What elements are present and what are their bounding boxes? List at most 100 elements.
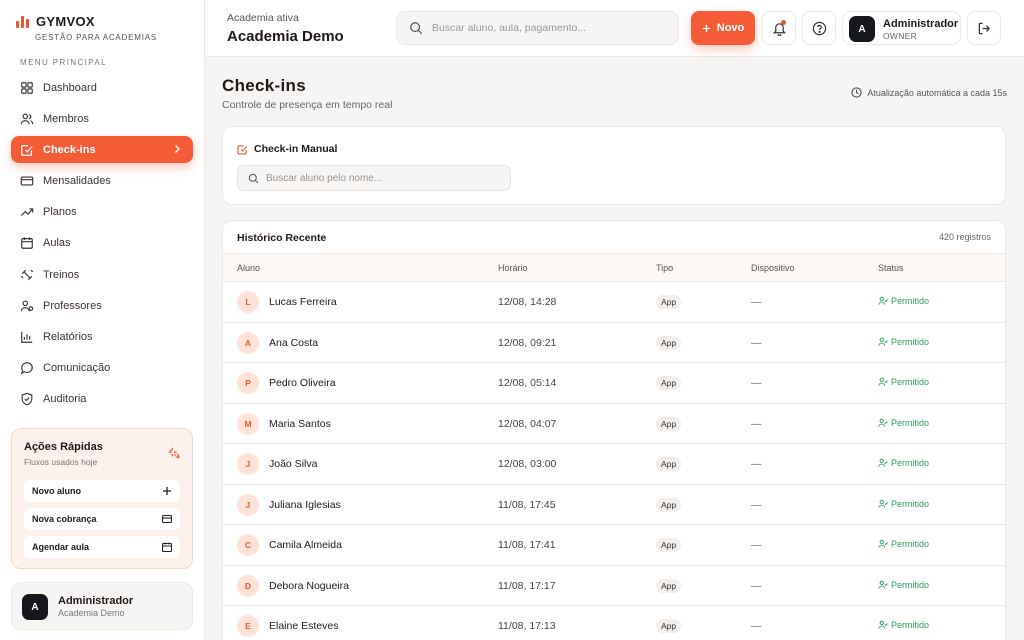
status-badge: Permitido [878,458,929,468]
sidebar-item-label: Relatórios [43,331,93,343]
gym-logo-icon [16,15,30,28]
student-name[interactable]: Maria Santos [269,418,331,430]
sidebar-item-mensalidades[interactable]: Mensalidades [11,168,193,195]
student-name[interactable]: Juliana Iglesias [269,499,341,511]
checkbox-icon [237,144,248,154]
status-text: Permitido [891,417,930,428]
global-search-input[interactable] [432,22,652,34]
table-row[interactable]: E Elaine Esteves 11/08, 17:13 App — Permitido [223,606,1005,640]
history-count: 420 registros [938,232,991,242]
student-name[interactable]: Camila Almeida [269,539,342,551]
checkin-device: — [751,417,762,430]
account-menu[interactable]: A Administrador OWNER [842,11,961,45]
menu-section-label: MENU PRINCIPAL [20,58,108,67]
avatar: A [22,594,48,620]
manual-checkin-search[interactable] [237,165,511,191]
checkin-time: 12/08, 09:21 [498,336,557,349]
user-check-icon [878,539,888,548]
notification-dot [781,20,786,25]
checkin-type-badge: App [656,376,682,390]
grid-icon [21,81,33,94]
column-header-type[interactable]: Tipo [656,263,673,273]
quick-new-charge-button[interactable]: Nova cobrança [24,508,180,530]
auto-update-text: Atualização automática a cada 15s [867,87,1007,98]
chat-icon [20,362,33,375]
quick-button-label: Nova cobrança [32,514,97,524]
column-header-student[interactable]: Aluno [237,263,260,273]
sidebar-item-membros[interactable]: Membros [11,105,193,132]
avatar: A [849,16,875,42]
table-row[interactable]: P Pedro Oliveira 12/08, 05:14 App — Permitido [223,363,1005,404]
clock-icon [851,87,862,98]
table-row[interactable]: A Ana Costa 12/08, 09:21 App — Permitido [223,323,1005,363]
table-row[interactable]: C Camila Almeida 11/08, 17:41 App — Permitido [223,525,1005,566]
quick-button-label: Agendar aula [32,542,90,552]
top-bar: Academia ativa Academia Demo Novo A Admi… [205,0,1024,57]
sidebar-item-treinos[interactable]: Treinos [11,261,193,288]
student-name[interactable]: Ana Costa [269,337,318,349]
column-header-status[interactable]: Status [878,263,904,273]
table-row[interactable]: M Maria Santos 12/08, 04:07 App — Permitido [223,404,1005,444]
quick-schedule-class-button[interactable]: Agendar aula [24,536,180,558]
active-gym-name[interactable]: Academia Demo [227,28,344,45]
column-header-device[interactable]: Dispositivo [751,263,795,273]
plus-icon [702,24,710,32]
student-avatar: J [237,493,259,516]
sidebar-item-label: Professores [43,299,102,312]
user-check-icon [878,580,888,589]
sidebar-item-label: Comunicação [43,362,111,375]
status-text: Permitido [891,458,930,468]
checkin-time: 12/08, 04:07 [498,417,557,430]
checkin-device: — [751,377,762,389]
student-name[interactable]: João Silva [269,458,317,470]
sidebar-item-aulas[interactable]: Aulas [11,230,193,257]
account-name: Administrador [883,18,959,30]
status-text: Permitido [891,620,930,630]
table-row[interactable]: D Debora Nogueira 11/08, 17:17 App — Permitid… [223,566,1005,606]
quick-button-label: Novo aluno [32,486,81,496]
status-text: Permitido [891,539,930,549]
search-icon [248,173,259,183]
student-search-input[interactable] [266,172,496,184]
status-badge: Permitido [878,620,929,630]
logout-button[interactable] [967,11,1001,45]
sidebar-item-comunicacao[interactable]: Comunicação [11,355,193,382]
chevron-right-icon [175,145,180,154]
quick-actions-panel: Ações Rápidas Fluxos usados hoje Novo al… [11,428,193,569]
sidebar-user-card[interactable]: A Administrador Academia Demo [11,582,193,630]
checkin-time: 11/08, 17:17 [498,579,556,592]
sidebar-item-label: Membros [43,112,89,125]
brand[interactable]: GYMVOX GESTÃO PARA ACADEMIAS [16,14,157,42]
sidebar-item-check-ins[interactable]: Check-ins [11,136,193,164]
new-button[interactable]: Novo [691,11,755,45]
sidebar-item-professores[interactable]: Professores [11,292,193,319]
status-badge: Permitido [878,418,929,428]
quick-new-student-button[interactable]: Novo aluno [24,480,180,502]
sidebar-item-auditoria[interactable]: Auditoria [11,386,193,413]
column-header-time[interactable]: Horário [498,263,528,273]
student-name[interactable]: Pedro Oliveira [269,377,336,389]
table-row[interactable]: L Lucas Ferreira 12/08, 14:28 App — Permitido [223,282,1005,323]
notifications-button[interactable] [762,11,796,45]
checkin-time: 11/08, 17:41 [498,539,556,551]
checkin-type-badge: App [656,578,682,593]
student-name[interactable]: Lucas Ferreira [269,296,337,308]
student-name[interactable]: Elaine Esteves [269,620,338,632]
sparkle-icon [168,447,180,459]
table-row[interactable]: J João Silva 12/08, 03:00 App — Permitido [223,444,1005,485]
checkin-type-badge: App [656,619,682,633]
user-name: Administrador [58,595,134,607]
help-button[interactable] [802,11,836,45]
global-search[interactable] [396,11,679,45]
sidebar-item-planos[interactable]: Planos [11,199,193,226]
logout-icon [978,22,990,34]
table-row[interactable]: J Juliana Iglesias 11/08, 17:45 App — Permiti… [223,485,1005,525]
auto-update-notice: Atualização automática a cada 15s [851,87,1007,98]
status-text: Permitido [891,296,930,306]
quick-actions-title: Ações Rápidas [24,441,103,453]
sidebar-item-relatorios[interactable]: Relatórios [11,324,193,351]
checkin-device: — [751,336,762,349]
student-name[interactable]: Debora Nogueira [269,580,349,592]
sidebar-item-dashboard[interactable]: Dashboard [11,74,193,101]
sidebar: GYMVOX GESTÃO PARA ACADEMIAS MENU PRINCI… [0,0,205,640]
